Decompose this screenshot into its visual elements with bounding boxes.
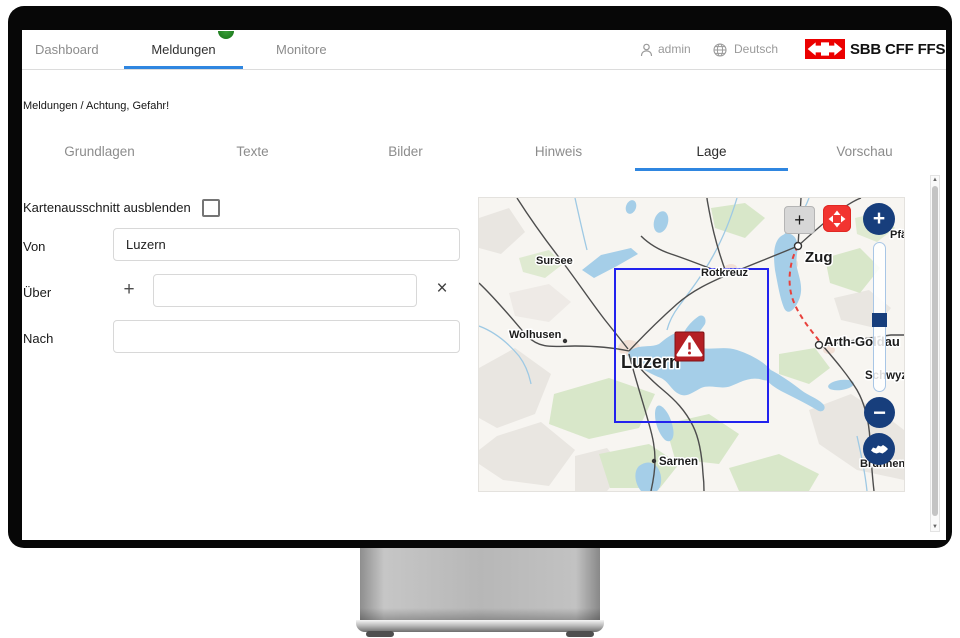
label-sursee: Sursee (536, 255, 573, 267)
tab-bilder[interactable]: Bilder (329, 140, 482, 171)
language-selector[interactable]: Deutsch (734, 30, 778, 69)
app-screen: Dashboard Meldungen Monitore admin Deuts… (22, 30, 946, 540)
nav-meldungen[interactable]: Meldungen (124, 30, 243, 69)
user-name[interactable]: admin (658, 30, 691, 69)
map-add-button[interactable]: + (784, 206, 815, 234)
zoom-out-button[interactable]: − (864, 397, 895, 428)
tab-bar: Grundlagen Texte Bilder Hinweis Lage Vor… (23, 140, 941, 171)
overview-switzerland-button[interactable] (863, 433, 895, 465)
zoom-slider[interactable] (873, 242, 886, 392)
add-via-icon[interactable]: + (119, 280, 139, 300)
move-arrows-icon (828, 210, 846, 228)
map-container[interactable]: Sursee Rotkreuz Zug Wolhusen Luzern Arth… (478, 197, 905, 492)
scrollbar-thumb[interactable] (932, 186, 938, 516)
label-pfaeffikon: Pfäffikon (890, 229, 904, 241)
monitor-stand-pad (566, 631, 594, 637)
scrollbar-down-icon[interactable]: ▼ (931, 524, 939, 530)
map-canvas[interactable]: Sursee Rotkreuz Zug Wolhusen Luzern Arth… (479, 198, 904, 491)
nach-label: Nach (23, 331, 53, 346)
zoom-slider-handle[interactable] (872, 313, 887, 327)
globe-icon (713, 43, 727, 57)
content-scrollbar[interactable]: ▲ ▼ (930, 175, 940, 532)
nach-input[interactable] (113, 320, 460, 353)
label-zug: Zug (805, 249, 833, 266)
monitor-stand-pad (366, 631, 394, 637)
tab-lage[interactable]: Lage (635, 140, 788, 171)
label-rotkreuz: Rotkreuz (701, 267, 749, 279)
nav-meldungen-label: Meldungen (151, 42, 215, 57)
hide-map-checkbox[interactable] (202, 199, 220, 217)
von-input[interactable] (113, 228, 460, 261)
tab-hinweis[interactable]: Hinweis (482, 140, 635, 171)
switzerland-outline-icon (870, 443, 889, 456)
nav-dashboard[interactable]: Dashboard (35, 30, 99, 69)
tab-texte[interactable]: Texte (176, 140, 329, 171)
label-luzern: Luzern (621, 352, 680, 372)
app-header: Dashboard Meldungen Monitore admin Deuts… (22, 30, 946, 70)
label-wolhusen: Wolhusen (509, 329, 562, 341)
sbb-logo-icon (805, 39, 845, 59)
monitor-frame: Dashboard Meldungen Monitore admin Deuts… (8, 6, 952, 548)
label-sarnen: Sarnen (659, 456, 698, 468)
scrollbar-up-icon[interactable]: ▲ (931, 177, 939, 183)
status-badge-icon (218, 31, 234, 39)
tab-vorschau[interactable]: Vorschau (788, 140, 941, 171)
von-label: Von (23, 239, 45, 254)
brand-wordmark: SBB CFF FFS (850, 30, 945, 69)
nav-monitore[interactable]: Monitore (276, 30, 327, 69)
monitor-stand (360, 545, 600, 622)
monitor-stand-foot (356, 620, 604, 632)
ueber-input[interactable] (153, 274, 417, 307)
tab-grundlagen[interactable]: Grundlagen (23, 140, 176, 171)
zoom-in-button[interactable]: + (863, 203, 895, 235)
pan-tool-button[interactable] (823, 205, 851, 232)
label-arth-goldau: Arth-Goldau (824, 334, 900, 349)
ueber-label: Über (23, 285, 51, 300)
clear-via-icon[interactable]: × (432, 279, 452, 299)
hide-map-label: Kartenausschnitt ausblenden (23, 200, 191, 215)
warning-marker-icon[interactable] (675, 332, 704, 361)
breadcrumb: Meldungen / Achtung, Gefahr! (23, 100, 169, 112)
user-icon (640, 43, 653, 57)
